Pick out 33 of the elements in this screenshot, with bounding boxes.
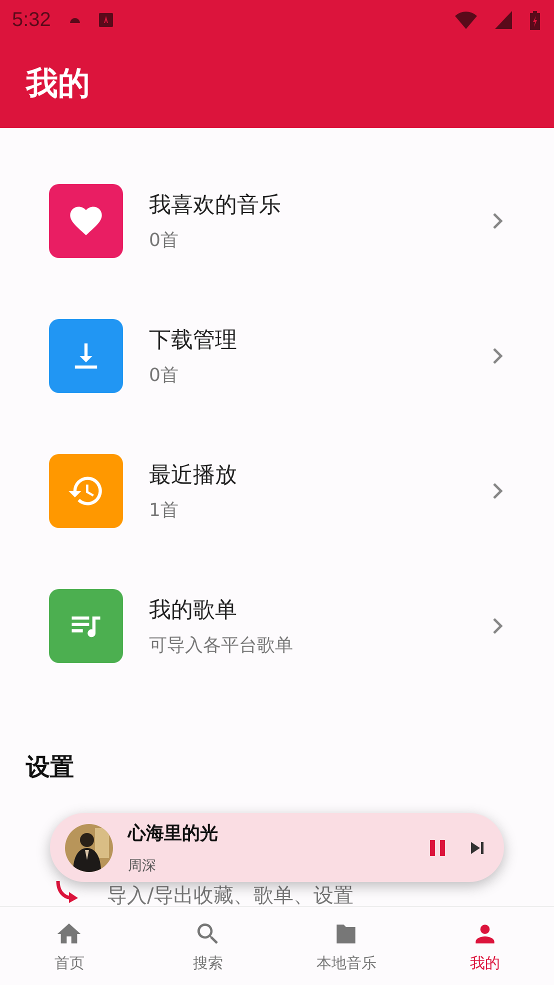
keyboard-icon <box>98 13 113 27</box>
playlist-icon[interactable] <box>49 589 123 663</box>
chevron-right-icon[interactable] <box>492 482 504 500</box>
chevron-right-icon[interactable] <box>492 347 504 365</box>
history-icon[interactable] <box>49 454 123 528</box>
menu-item-title[interactable]: 我喜欢的音乐 <box>149 190 492 220</box>
chevron-right-icon[interactable] <box>492 617 504 635</box>
download-icon[interactable] <box>49 319 123 393</box>
nav-tab[interactable]: 我的 <box>416 907 554 985</box>
menu-item-subtitle: 0首 <box>149 229 180 252</box>
nav-tab[interactable]: 本地音乐 <box>277 907 416 985</box>
signal-icon <box>495 11 512 29</box>
chevron-right-icon[interactable] <box>492 212 504 230</box>
battery-icon <box>530 10 540 30</box>
sync-icon <box>55 879 79 903</box>
menu-item-title[interactable]: 我的歌单 <box>149 595 492 625</box>
menu-item-title[interactable]: 最近播放 <box>149 460 492 490</box>
page-title: 我的 <box>26 63 90 104</box>
section-heading: 设置 <box>24 752 75 783</box>
menu-item-title[interactable]: 下载管理 <box>149 325 492 355</box>
menu-item-subtitle: 可导入各平台歌单 <box>149 634 294 657</box>
nav-tab[interactable]: 首页 <box>0 907 138 985</box>
status-time: 5:32 <box>12 8 51 32</box>
mini-player[interactable]: 心海里的光 周深 <box>50 813 504 882</box>
settings-item-subtitle: 导入/导出收藏、歌单、设置 <box>107 882 354 909</box>
menu-item-subtitle: 0首 <box>149 364 180 387</box>
menu-item-subtitle: 1首 <box>149 499 180 522</box>
wifi-icon <box>455 11 477 29</box>
song-title: 心海里的光 <box>128 822 219 844</box>
cloud-icon <box>68 16 81 24</box>
nav-tab[interactable]: 搜索 <box>138 907 277 985</box>
pause-icon <box>428 838 448 858</box>
artist-name: 周深 <box>128 856 157 874</box>
